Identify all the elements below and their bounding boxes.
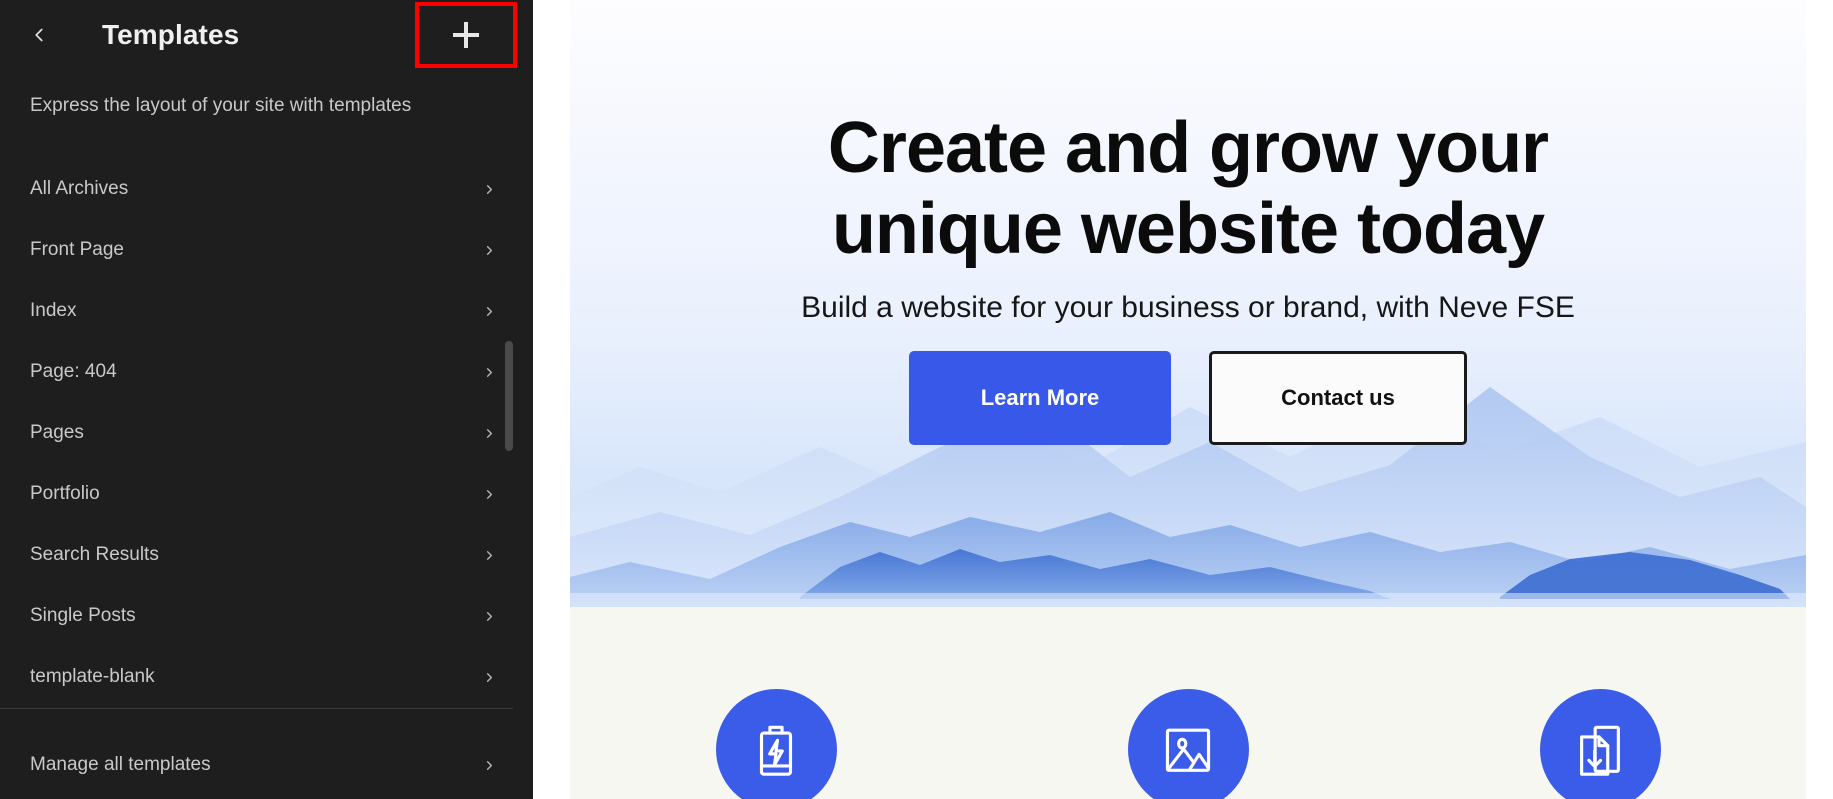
chevron-right-icon (481, 243, 497, 258)
site-preview-frame[interactable]: Create and grow your unique website toda… (570, 0, 1806, 799)
sidebar-header: Templates (0, 0, 533, 70)
sidebar-description: Express the layout of your site with tem… (30, 95, 412, 116)
add-template-button[interactable] (415, 2, 517, 68)
feature-item (982, 689, 1394, 799)
template-preview-canvas: Create and grow your unique website toda… (533, 0, 1833, 799)
page-title: Templates (102, 19, 240, 50)
sidebar-item-search-results[interactable]: Search Results (0, 525, 533, 586)
hero-content: Create and grow your unique website toda… (570, 0, 1806, 446)
sidebar-item-portfolio[interactable]: Portfolio (0, 464, 533, 525)
chevron-right-icon (481, 548, 497, 563)
sidebar-item-manage-all-templates[interactable]: Manage all templates (0, 735, 533, 796)
feature-icon-button-1[interactable] (715, 689, 837, 799)
template-list: All Archives Front Page Index Page: 404 (0, 159, 533, 796)
list-item-label: template-blank (30, 666, 155, 688)
sidebar-item-page-404[interactable]: Page: 404 (0, 342, 533, 403)
chevron-right-icon (481, 426, 497, 441)
templates-editor-screen: Templates Express the layout of your sit… (0, 0, 1833, 799)
image-icon (1159, 721, 1217, 779)
sidebar-item-pages[interactable]: Pages (0, 403, 533, 464)
list-item-label: Page: 404 (30, 361, 117, 383)
chevron-left-icon (28, 24, 50, 46)
templates-sidebar: Templates Express the layout of your sit… (0, 0, 533, 799)
hero-subheading: Build a website for your business or bra… (801, 291, 1575, 325)
sidebar-item-all-archives[interactable]: All Archives (0, 159, 533, 220)
list-item-label: Pages (30, 422, 84, 444)
feature-icon-button-2[interactable] (1127, 689, 1249, 799)
learn-more-button[interactable]: Learn More (909, 351, 1171, 446)
back-button[interactable] (18, 14, 60, 56)
sidebar-item-index[interactable]: Index (0, 281, 533, 342)
feature-icon-button-3[interactable] (1539, 689, 1661, 799)
sidebar-scrollbar-thumb[interactable] (505, 341, 513, 451)
chevron-right-icon (481, 182, 497, 197)
battery-charging-icon (747, 721, 805, 779)
plus-icon (453, 22, 479, 48)
hero-button-group: Learn More Contact us (570, 351, 1806, 446)
list-item-label: Portfolio (30, 483, 100, 505)
list-divider (0, 707, 513, 709)
contact-us-button[interactable]: Contact us (1209, 351, 1467, 446)
hero-heading-line-2: unique website today (831, 188, 1545, 269)
chevron-right-icon (481, 487, 497, 502)
chevron-right-icon (481, 304, 497, 319)
chevron-right-icon (481, 758, 497, 773)
feature-item (1394, 689, 1806, 799)
feature-item (570, 689, 982, 799)
hero-heading: Create and grow your unique website toda… (748, 108, 1628, 269)
sidebar-item-template-blank[interactable]: template-blank (0, 647, 533, 708)
hero-heading-line-1: Create and grow your (827, 108, 1549, 188)
list-item-label: All Archives (30, 178, 129, 200)
chevron-right-icon (481, 609, 497, 624)
list-item-label: Search Results (30, 544, 159, 566)
list-item-label: Front Page (30, 239, 124, 261)
list-item-label: Index (30, 300, 77, 322)
sidebar-item-front-page[interactable]: Front Page (0, 220, 533, 281)
chevron-right-icon (481, 670, 497, 685)
document-download-icon (1571, 721, 1629, 779)
list-item-label: Single Posts (30, 605, 136, 627)
chevron-right-icon (481, 365, 497, 380)
features-section (570, 607, 1806, 799)
hero-section: Create and grow your unique website toda… (570, 0, 1806, 607)
list-item-label: Manage all templates (30, 754, 211, 776)
sidebar-item-single-posts[interactable]: Single Posts (0, 586, 533, 647)
